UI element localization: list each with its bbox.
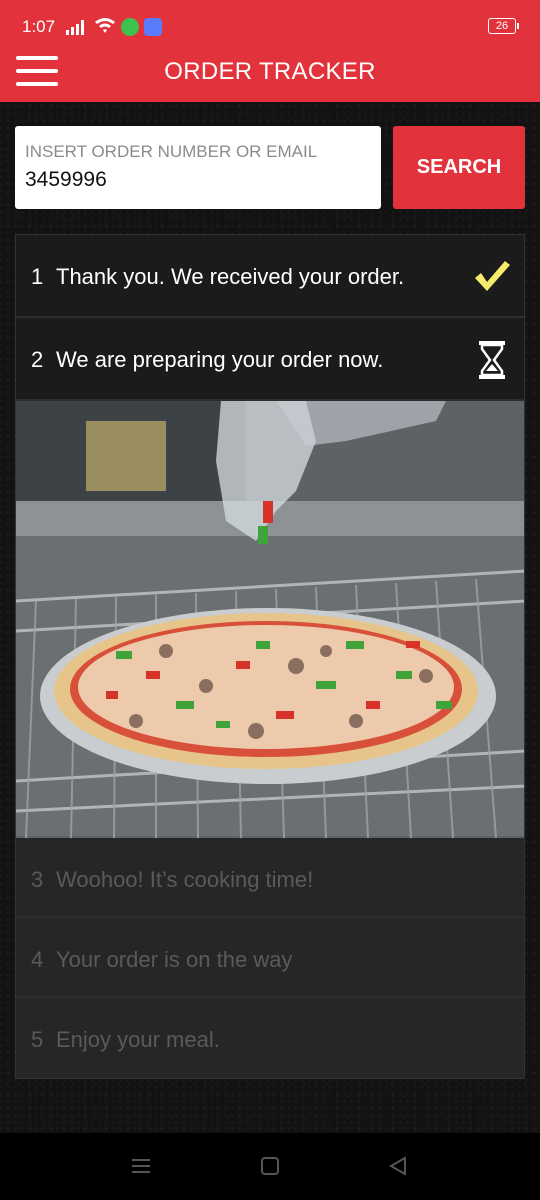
order-search-field[interactable]: INSERT ORDER NUMBER OR EMAIL 3459996 [15,126,381,209]
check-icon [475,261,510,291]
app-notification-icon [144,18,162,36]
search-placeholder: INSERT ORDER NUMBER OR EMAIL [25,142,318,161]
back-icon[interactable] [387,1155,409,1177]
hourglass-icon [479,341,505,379]
step-cooking: 3 Woohoo! It’s cooking time! [16,838,524,918]
page-title: ORDER TRACKER [164,58,376,85]
step-on-the-way: 4 Your order is on the way [16,918,524,998]
step-text: We are preparing your order now. [56,347,384,372]
app-screen: 1:07 26 ORDER TRACKER INSERT ORDER NUMBE… [0,0,540,1200]
search-button[interactable]: SEARCH [393,126,525,209]
search-input-value[interactable]: 3459996 [25,168,107,192]
step-number: 1 [31,264,44,289]
step-number: 4 [31,947,44,972]
step-number: 3 [31,867,44,892]
status-bar: 1:07 26 [0,0,540,52]
signal-icon [66,19,88,35]
whatsapp-icon [121,18,139,36]
order-steps-list: 1 Thank you. We received your order. 2 W… [15,234,525,1079]
step-preparing: 2 We are preparing your order now. [16,318,524,401]
wifi-icon [94,16,116,39]
step-received: 1 Thank you. We received your order. [16,235,524,318]
status-time: 1:07 [22,17,56,36]
system-nav-bar [0,1133,540,1200]
home-icon[interactable] [259,1155,281,1177]
step-number: 5 [31,1027,44,1052]
battery-icon: 26 [488,18,519,34]
step-text: Enjoy your meal. [56,1027,220,1052]
battery-level: 26 [495,20,509,32]
step-number: 2 [31,347,44,372]
step-enjoy: 5 Enjoy your meal. [16,998,524,1078]
step-text: Thank you. We received your order. [56,264,405,289]
step-text: Woohoo! It’s cooking time! [56,867,314,892]
pizza-photo [16,401,524,838]
app-header: 1:07 26 ORDER TRACKER [0,0,540,102]
step-text: Your order is on the way [56,947,293,972]
recent-apps-icon[interactable] [130,1155,152,1177]
